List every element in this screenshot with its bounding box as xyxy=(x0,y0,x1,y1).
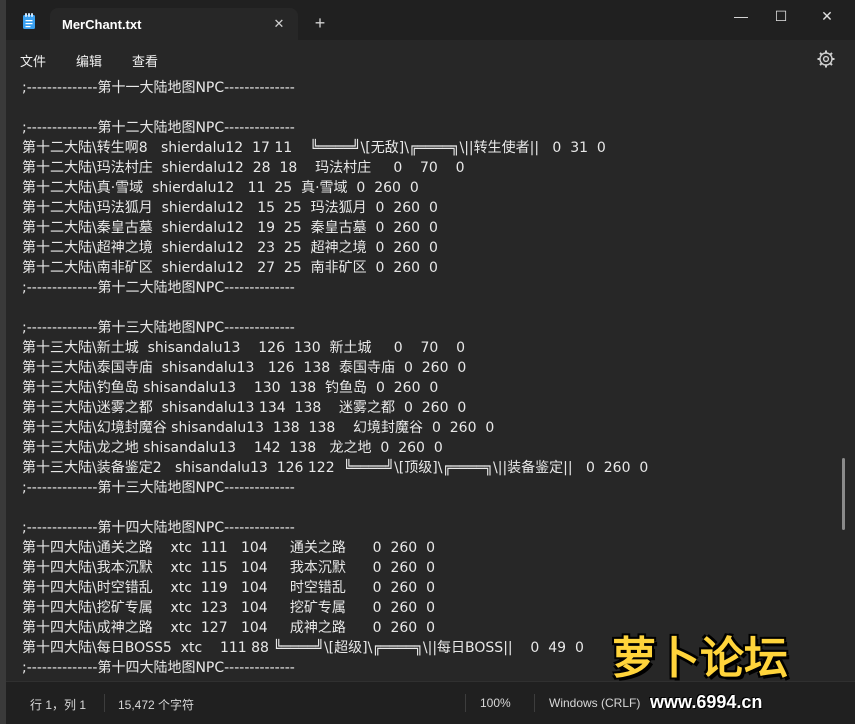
tab-merchant-txt[interactable]: MerChant.txt ✕ xyxy=(50,8,298,40)
text-line[interactable]: ;--------------第十四大陆地图NPC-------------- xyxy=(22,658,295,678)
zoom-level[interactable]: 100% xyxy=(480,696,511,710)
menu-view[interactable]: 查看 xyxy=(132,51,158,70)
vertical-scrollbar-thumb[interactable] xyxy=(842,458,845,530)
text-line[interactable]: 第十三大陆\装备鉴定2 shisandalu13 126 122 ╚════╝\… xyxy=(22,458,648,478)
text-line[interactable]: 第十二大陆\秦皇古墓 shierdalu12 19 25 秦皇古墓 0 260 … xyxy=(22,218,438,238)
notepad-icon xyxy=(23,13,35,29)
tab-close-icon[interactable]: ✕ xyxy=(269,14,289,34)
text-line[interactable]: 第十三大陆\新土城 shisandalu13 126 130 新土城 0 70 … xyxy=(22,338,465,358)
menu-file[interactable]: 文件 xyxy=(20,51,46,70)
character-count: 15,472 个字符 xyxy=(118,698,195,712)
new-tab-button[interactable]: + xyxy=(308,12,332,36)
text-line[interactable]: 第十二大陆\超神之境 shierdalu12 23 25 超神之境 0 260 … xyxy=(22,238,438,258)
text-line[interactable]: 第十三大陆\幻境封魔谷 shisandalu13 138 138 幻境封魔谷 0… xyxy=(22,418,494,438)
status-divider xyxy=(465,694,466,712)
text-line[interactable]: 第十三大陆\龙之地 shisandalu13 142 138 龙之地 0 260… xyxy=(22,438,443,458)
text-line[interactable]: ;--------------第十一大陆地图NPC-------------- xyxy=(22,78,295,98)
text-line[interactable]: 第十二大陆\真·雪域 shierdalu12 11 25 真·雪域 0 260 … xyxy=(22,178,419,198)
text-line[interactable]: ;--------------第十三大陆地图NPC-------------- xyxy=(22,478,295,498)
text-line[interactable]: 第十二大陆\南非矿区 shierdalu12 27 25 南非矿区 0 260 … xyxy=(22,258,438,278)
watermark-logo: 萝卜论坛 www.6994.cn xyxy=(612,622,855,724)
text-line[interactable]: 第十二大陆\转生啊8 shierdalu12 17 11 ╚════╝\[无敌]… xyxy=(22,138,606,158)
text-editor[interactable]: ;--------------第十一大陆地图NPC--------------;… xyxy=(6,76,855,681)
text-line[interactable]: 第十四大陆\挖矿专属 xtc 123 104 挖矿专属 0 260 0 xyxy=(22,598,435,618)
watermark-title: 萝卜论坛 xyxy=(612,633,788,684)
text-line[interactable]: ;--------------第十二大陆地图NPC-------------- xyxy=(22,278,295,298)
text-line[interactable]: ;--------------第十四大陆地图NPC-------------- xyxy=(22,518,295,538)
text-line[interactable]: 第十四大陆\我本沉默 xtc 115 104 我本沉默 0 260 0 xyxy=(22,558,435,578)
gear-icon[interactable] xyxy=(816,49,836,69)
text-line[interactable]: 第十四大陆\每日BOSS5 xtc 111 88 ╚════╝\[超级]\╔══… xyxy=(22,638,584,658)
text-line[interactable]: ;--------------第十三大陆地图NPC-------------- xyxy=(22,318,295,338)
notepad-window: MerChant.txt ✕ + — ☐ ✕ 文件 编辑 查看 ;-------… xyxy=(6,0,855,724)
status-divider xyxy=(534,694,535,712)
text-line[interactable]: 第十四大陆\成神之路 xtc 127 104 成神之路 0 260 0 xyxy=(22,618,435,638)
text-line[interactable]: 第十四大陆\通关之路 xtc 111 104 通关之路 0 260 0 xyxy=(22,538,435,558)
menu-bar: 文件 编辑 查看 xyxy=(6,40,855,76)
text-line[interactable]: ;--------------第十二大陆地图NPC-------------- xyxy=(22,118,295,138)
watermark-url: www.6994.cn xyxy=(650,692,763,712)
maximize-button[interactable]: ☐ xyxy=(758,0,804,34)
close-window-button[interactable]: ✕ xyxy=(804,0,850,34)
menu-edit[interactable]: 编辑 xyxy=(76,51,102,70)
tab-title: MerChant.txt xyxy=(62,17,142,32)
text-line[interactable]: 第十三大陆\迷雾之都 shisandalu13 134 138 迷雾之都 0 2… xyxy=(22,398,466,418)
cursor-position[interactable]: 行 1，列 1 xyxy=(30,696,86,713)
text-line[interactable]: 第十四大陆\时空错乱 xtc 119 104 时空错乱 0 260 0 xyxy=(22,578,435,598)
text-line[interactable]: 第十二大陆\玛法村庄 shierdalu12 28 18 玛法村庄 0 70 0 xyxy=(22,158,465,178)
text-line[interactable]: 第十三大陆\钓鱼岛 shisandalu13 130 138 钓鱼岛 0 260… xyxy=(22,378,438,398)
status-divider xyxy=(104,694,105,712)
text-line[interactable]: 第十二大陆\玛法狐月 shierdalu12 15 25 玛法狐月 0 260 … xyxy=(22,198,438,218)
text-line[interactable]: 第十三大陆\泰国寺庙 shisandalu13 126 138 泰国寺庙 0 2… xyxy=(22,358,466,378)
title-bar[interactable]: MerChant.txt ✕ + — ☐ ✕ xyxy=(6,0,855,40)
